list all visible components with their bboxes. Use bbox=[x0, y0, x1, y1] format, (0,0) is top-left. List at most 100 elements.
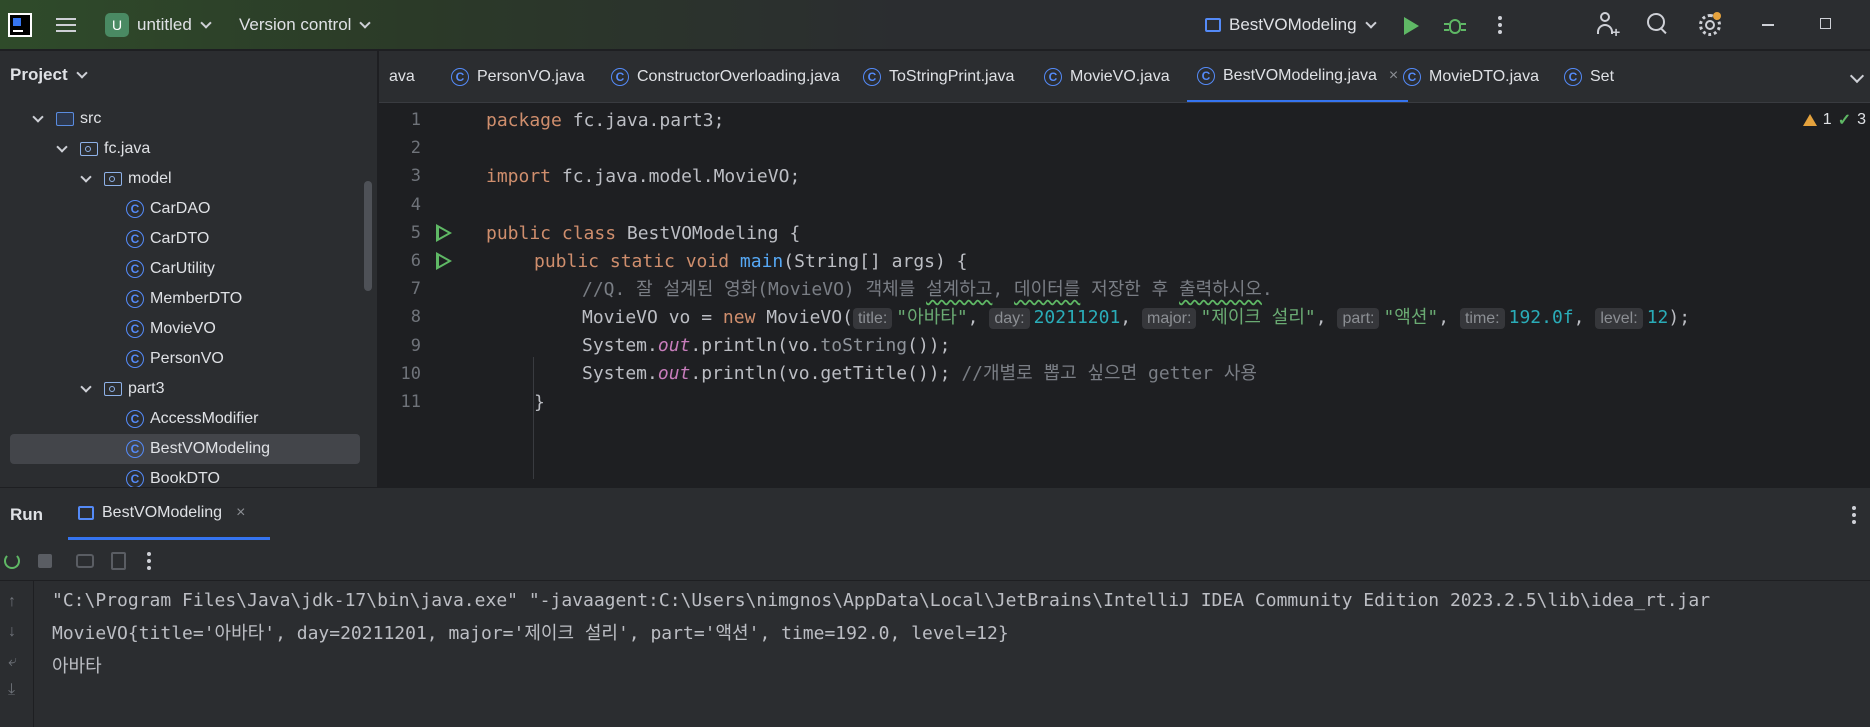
rerun-icon[interactable] bbox=[4, 553, 20, 569]
folder-icon bbox=[56, 112, 74, 126]
run-gutter-icon[interactable] bbox=[436, 252, 452, 270]
more-actions-icon[interactable] bbox=[1498, 16, 1502, 37]
chevron-down-icon[interactable] bbox=[80, 170, 92, 183]
add-user-icon[interactable]: + bbox=[1597, 12, 1621, 39]
scroll-to-end-icon[interactable]: ⤓ bbox=[8, 681, 15, 699]
soft-wrap-icon[interactable]: ⤶ bbox=[8, 653, 17, 671]
tree-item[interactable]: C MovieVO bbox=[0, 314, 365, 344]
tree-item[interactable]: C CarUtility bbox=[0, 254, 365, 284]
intellij-logo-icon[interactable] bbox=[8, 13, 32, 37]
tree-item[interactable]: model bbox=[0, 164, 365, 194]
more-options-icon[interactable] bbox=[1852, 506, 1856, 527]
tree-item[interactable]: C BookDTO bbox=[0, 464, 365, 487]
editor-tab[interactable]: C ToStringPrint.java bbox=[853, 51, 1024, 102]
tree-item[interactable]: C AccessModifier bbox=[0, 404, 365, 434]
version-control-menu[interactable]: Version control bbox=[239, 0, 372, 50]
chevron-down-icon bbox=[1364, 17, 1377, 29]
scrollbar[interactable] bbox=[364, 181, 372, 291]
debug-icon[interactable] bbox=[1444, 13, 1466, 37]
class-icon: C bbox=[126, 320, 144, 338]
stop-icon[interactable] bbox=[38, 554, 52, 568]
tree-item-label: AccessModifier bbox=[150, 410, 259, 427]
run-tab-bestvomodeling[interactable]: BestVOModeling × bbox=[68, 488, 270, 540]
more-actions-icon[interactable] bbox=[147, 552, 151, 573]
close-icon[interactable]: × bbox=[236, 504, 245, 522]
class-icon: C bbox=[1044, 68, 1062, 86]
param-hint: part: bbox=[1337, 308, 1380, 329]
editor-tab[interactable]: C MovieVO.java bbox=[1034, 51, 1180, 102]
tree-item-label: model bbox=[128, 170, 172, 187]
run-gutter-icon[interactable] bbox=[436, 223, 452, 242]
tree-item-label: part3 bbox=[128, 380, 165, 397]
search-icon[interactable] bbox=[1647, 13, 1669, 35]
tree-item[interactable]: C BestVOModeling bbox=[10, 434, 360, 464]
chevron-down-icon[interactable] bbox=[1849, 68, 1865, 84]
editor-tab-label: Set bbox=[1590, 68, 1615, 85]
run-configuration-selector[interactable]: BestVOModeling bbox=[1205, 0, 1377, 50]
class-icon: C bbox=[1564, 68, 1582, 86]
tree-item[interactable]: C MemberDTO bbox=[0, 284, 365, 314]
tree-item-label: BookDTO bbox=[150, 470, 220, 487]
chevron-down-icon[interactable] bbox=[56, 140, 68, 153]
close-icon[interactable]: × bbox=[1389, 67, 1398, 85]
tree-item-label: PersonVO bbox=[150, 350, 224, 367]
class-icon: C bbox=[126, 470, 144, 487]
check-count: 3 bbox=[1857, 111, 1866, 128]
chevron-down-icon[interactable] bbox=[80, 380, 92, 393]
minimize-icon[interactable] bbox=[1762, 24, 1774, 26]
tree-item[interactable]: C CarDTO bbox=[0, 224, 365, 254]
tree-item[interactable]: src bbox=[0, 104, 365, 134]
project-selector[interactable]: U untitled bbox=[105, 0, 212, 50]
param-hint: title: bbox=[852, 308, 893, 329]
editor-tab[interactable]: C ConstructorOverloading.java bbox=[601, 51, 850, 102]
run-icon[interactable] bbox=[1404, 17, 1419, 35]
param-hint: day: bbox=[989, 308, 1030, 329]
project-panel: Project src fc.java model C CarDAO C CarDTO C Ca… bbox=[0, 51, 378, 487]
scroll-down-icon[interactable]: ↓ bbox=[8, 623, 16, 641]
line-number: 11 bbox=[400, 392, 421, 412]
run-toolbar bbox=[0, 541, 1870, 581]
inspection-widget[interactable]: 1 ✓ 3 bbox=[1802, 110, 1866, 130]
tree-item-label: CarUtility bbox=[150, 260, 215, 277]
editor-tab-label: PersonVO.java bbox=[477, 68, 585, 85]
scroll-up-icon[interactable]: ↑ bbox=[8, 593, 16, 611]
screenshot-icon[interactable] bbox=[76, 554, 94, 568]
class-icon: C bbox=[126, 290, 144, 308]
tree-item[interactable]: part3 bbox=[0, 374, 365, 404]
class-icon: C bbox=[1197, 66, 1215, 85]
package-icon bbox=[80, 142, 98, 156]
editor-tab[interactable]: C Set bbox=[1554, 51, 1624, 102]
code-line-10: System.out.println(vo.getTitle()); //개별로… bbox=[582, 363, 1257, 384]
main-menu-icon[interactable] bbox=[56, 0, 78, 50]
check-icon: ✓ bbox=[1837, 112, 1852, 129]
restore-icon[interactable] bbox=[1820, 18, 1831, 29]
param-hint: time: bbox=[1459, 308, 1505, 329]
tree-item-label: MemberDTO bbox=[150, 290, 243, 307]
chevron-down-icon[interactable] bbox=[32, 110, 44, 123]
editor-tab[interactable]: C MovieDTO.java bbox=[1393, 51, 1549, 102]
tree-item[interactable]: C PersonVO bbox=[0, 344, 365, 374]
editor-tab[interactable]: C PersonVO.java bbox=[441, 51, 595, 102]
class-icon: C bbox=[126, 260, 144, 278]
tree-item-label: src bbox=[80, 110, 102, 127]
warning-count: 1 bbox=[1822, 111, 1832, 128]
class-icon: C bbox=[126, 440, 144, 458]
console-output[interactable]: "C:\Program Files\Java\jdk-17\bin\java.e… bbox=[52, 584, 1710, 683]
editor-tab-label: MovieDTO.java bbox=[1429, 68, 1539, 85]
console-line: MovieVO{title='아바타', day=20211201, major… bbox=[52, 623, 1009, 644]
editor-tab[interactable]: ava bbox=[379, 51, 425, 102]
gutter: 1 2 3 4 5 6 7 8 9 10 11 bbox=[379, 104, 479, 487]
class-icon: C bbox=[451, 68, 469, 86]
editor-tab[interactable]: C BestVOModeling.java × bbox=[1187, 51, 1409, 102]
exit-icon[interactable] bbox=[111, 552, 126, 570]
class-icon: C bbox=[863, 68, 881, 86]
project-panel-header[interactable]: Project bbox=[10, 65, 88, 85]
tree-item-label: MovieVO bbox=[150, 320, 216, 337]
code-editor[interactable]: 1 2 3 4 5 6 7 8 9 10 11 1 ✓ 3 package fc.java.part… bbox=[379, 104, 1870, 487]
console-line: 아바타 bbox=[52, 656, 102, 677]
tree-item[interactable]: fc.java bbox=[0, 134, 365, 164]
editor-tabs: C Set C MovieDTO.java C BestVOModeling.java × C… bbox=[379, 51, 1870, 103]
run-config-label: BestVOModeling bbox=[1229, 15, 1357, 34]
tree-item[interactable]: C CarDAO bbox=[0, 194, 365, 224]
title-bar: U untitled Version control BestVOModelin… bbox=[0, 0, 1870, 50]
